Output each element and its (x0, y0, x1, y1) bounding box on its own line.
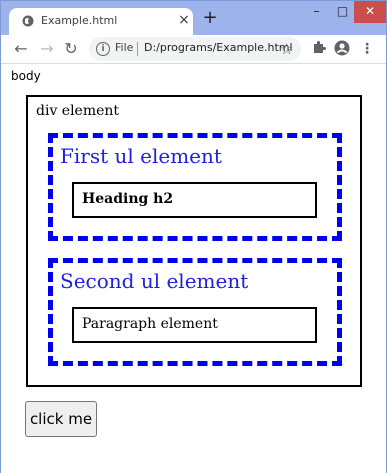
browser-window: Example.html × + – □ ✕ ← → ↻ i File D:/p… (0, 0, 387, 473)
omnibox-url[interactable]: D:/programs/Example.html (144, 41, 293, 54)
first-ul-box: First ul element Heading h2 (48, 133, 342, 241)
info-icon[interactable]: i (96, 42, 110, 56)
second-ul-label: Second ul element (60, 269, 249, 293)
star-icon[interactable]: ☆ (280, 39, 293, 59)
profile-icon[interactable] (333, 40, 351, 58)
globe-icon (22, 15, 34, 27)
click-me-button[interactable]: click me (25, 401, 97, 437)
omnibox-scheme: File (115, 41, 134, 54)
second-ul-box: Second ul element Paragraph element (48, 258, 342, 366)
paragraph-box: Paragraph element (72, 307, 317, 343)
profile-icon-graphic (334, 40, 350, 56)
div-element-box: div element First ul element Heading h2 … (26, 95, 362, 387)
first-ul-label: First ul element (60, 144, 222, 168)
tab-title: Example.html (41, 14, 118, 27)
active-tab[interactable]: Example.html × (9, 8, 193, 35)
reload-icon[interactable]: ↻ (63, 40, 79, 58)
paragraph-text: Paragraph element (82, 316, 218, 332)
div-label: div element (36, 103, 120, 119)
puzzle-icon-graphic (314, 41, 326, 53)
tab-close-icon[interactable]: × (177, 12, 191, 28)
heading-h2-box: Heading h2 (72, 182, 317, 218)
back-arrow-icon[interactable]: ← (13, 40, 29, 58)
browser-toolbar: ← → ↻ i File D:/programs/Example.html ☆ … (1, 35, 386, 64)
new-tab-button[interactable]: + (202, 9, 218, 27)
forward-arrow-icon[interactable]: → (39, 40, 55, 58)
minimize-button[interactable]: – (303, 1, 330, 23)
puzzle-icon[interactable] (310, 40, 328, 58)
body-label: body (11, 69, 41, 83)
omnibox-divider (137, 42, 138, 56)
close-window-button[interactable]: ✕ (354, 1, 386, 23)
heading-h2-text: Heading h2 (82, 191, 174, 207)
address-bar[interactable]: i File D:/programs/Example.html ☆ (89, 37, 301, 61)
maximize-button[interactable]: □ (329, 1, 356, 23)
page-viewport: body div element First ul element Headin… (1, 64, 386, 473)
title-bar: Example.html × + – □ ✕ (1, 1, 386, 35)
kebab-menu-icon[interactable]: ⋮ (358, 40, 376, 58)
